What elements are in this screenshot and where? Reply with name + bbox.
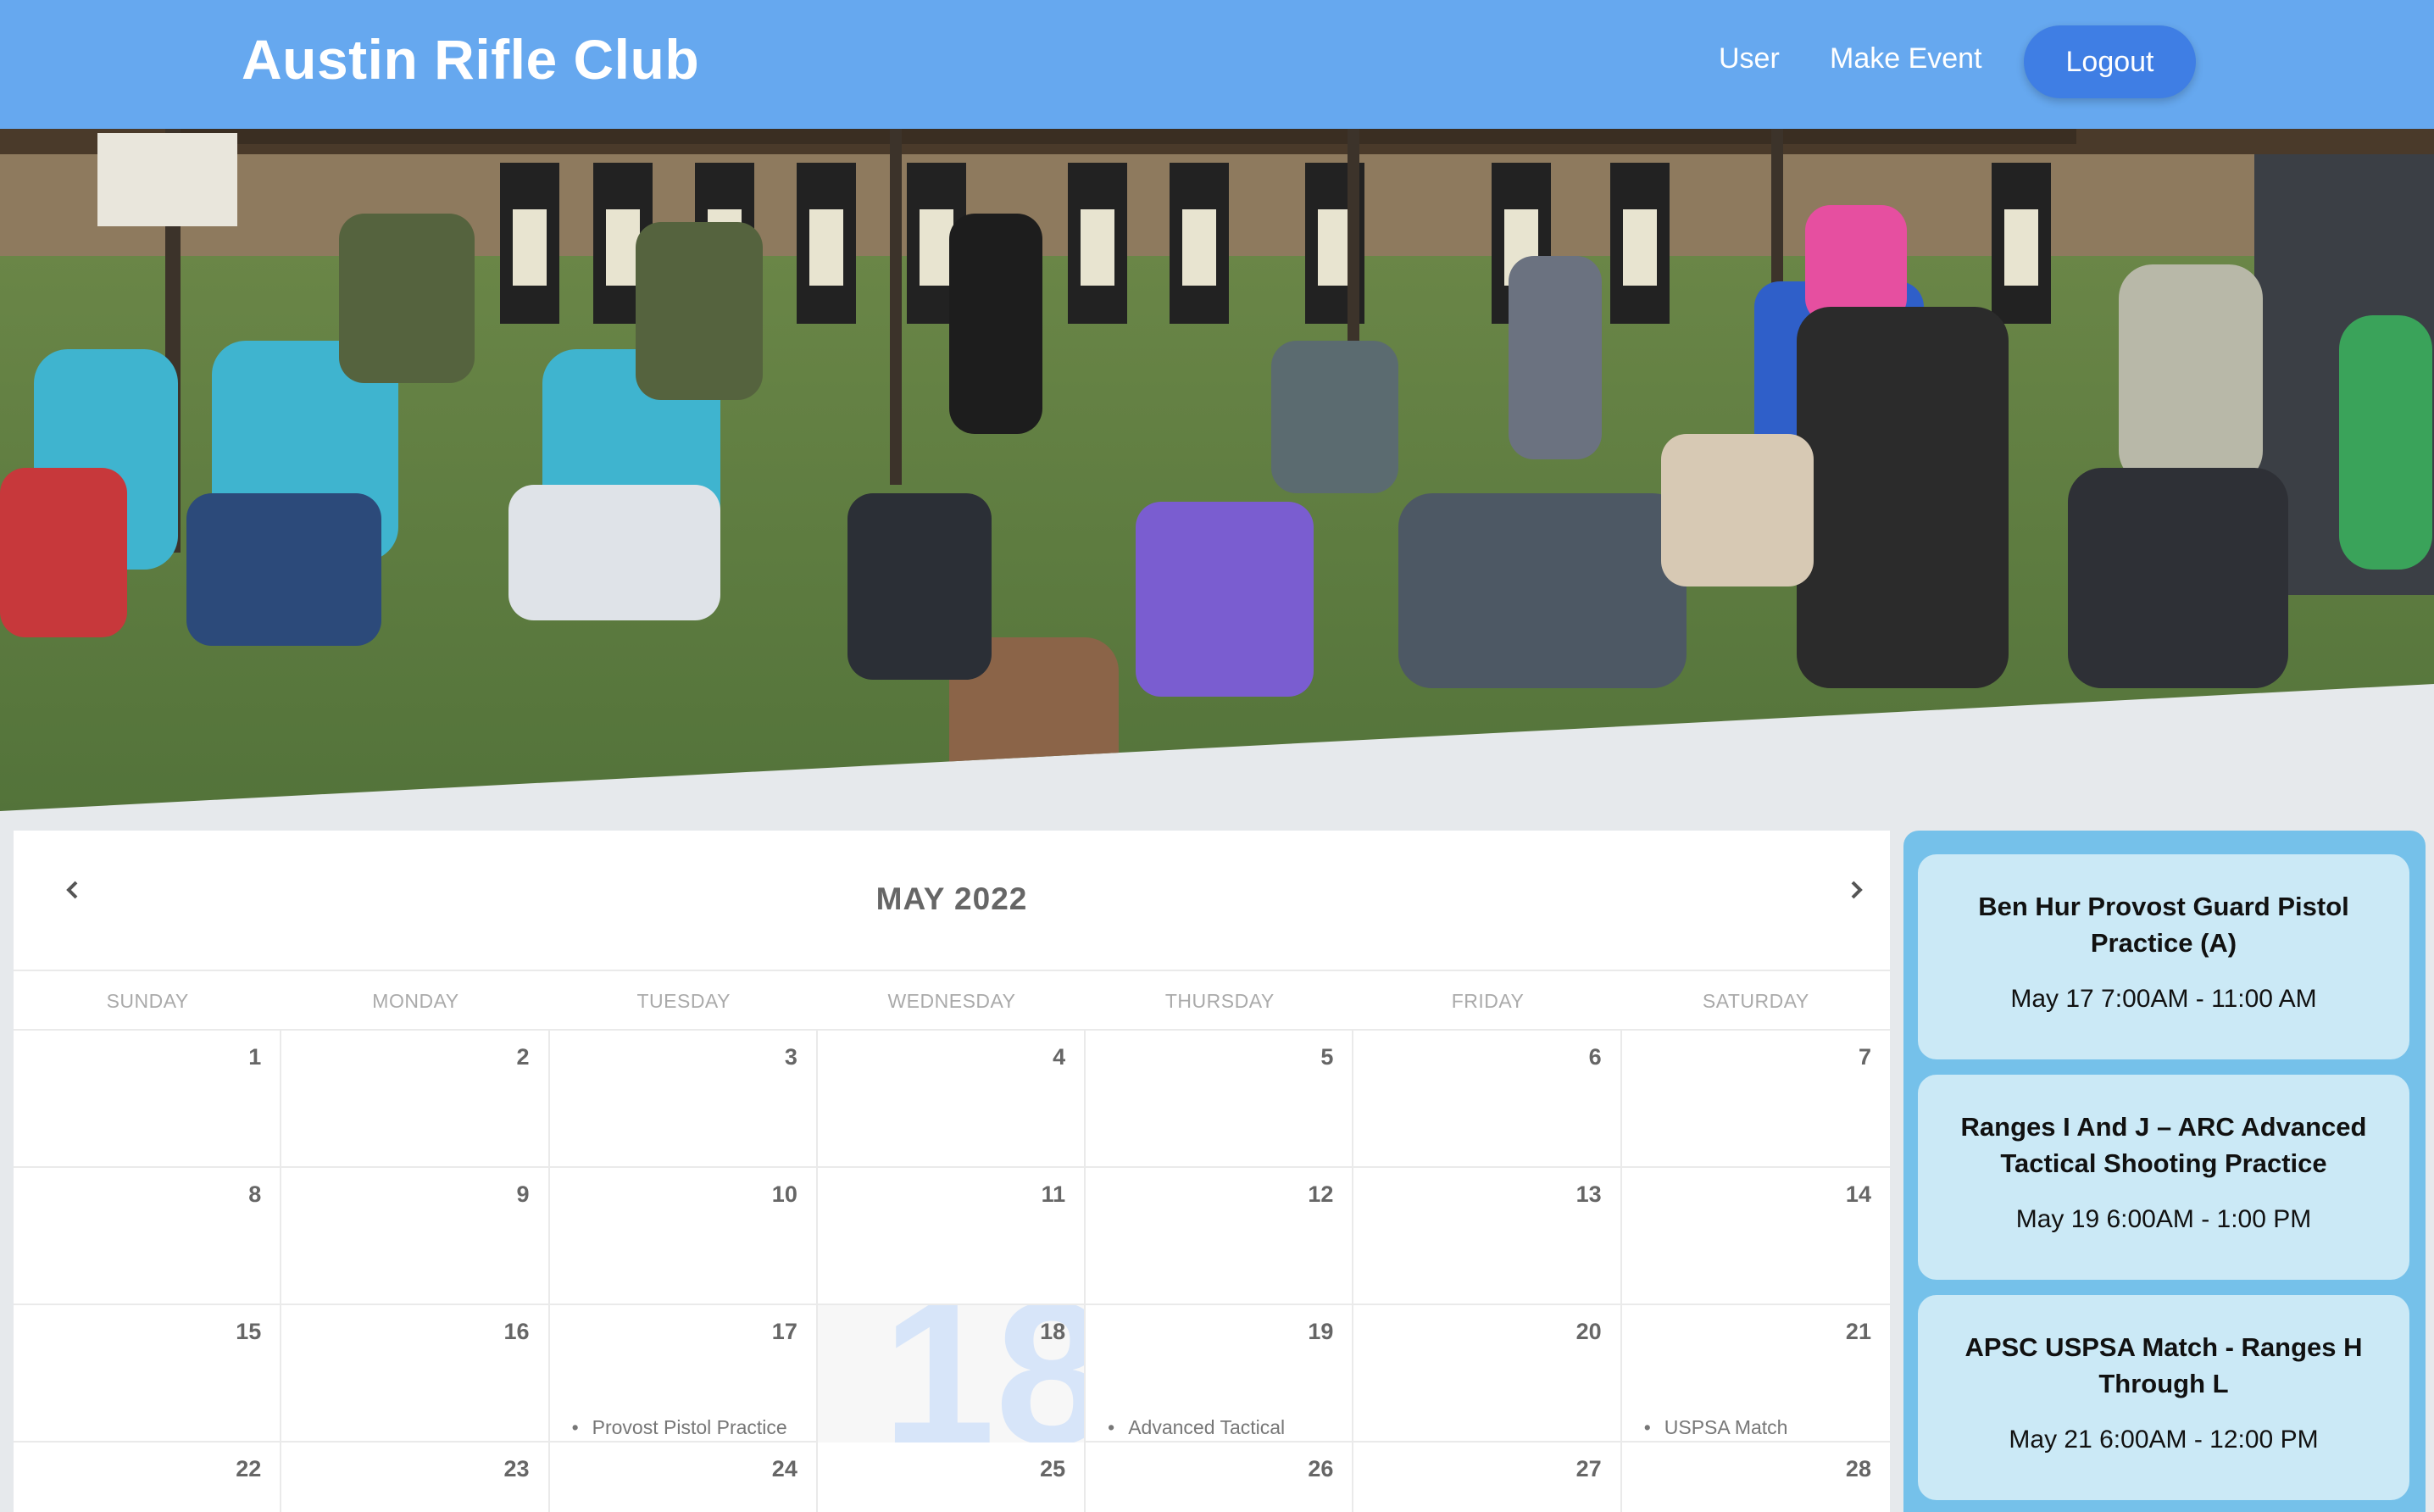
calendar-event-item[interactable]: Provost Pistol Practice xyxy=(572,1416,787,1439)
day-number: 2 xyxy=(516,1044,530,1070)
calendar-day[interactable]: 23 xyxy=(281,1443,550,1512)
day-number: 23 xyxy=(503,1456,530,1481)
event-card[interactable]: APSC USPSA Match - Ranges H Through L Ma… xyxy=(1918,1295,2409,1500)
day-number: 10 xyxy=(771,1181,797,1207)
day-number: 8 xyxy=(248,1181,262,1207)
day-number: 22 xyxy=(236,1456,262,1481)
shooting-range-photo xyxy=(0,129,2434,811)
day-number: 18 xyxy=(1040,1319,1066,1344)
event-time: May 19 6:00AM - 1:00 PM xyxy=(2015,1205,2312,1233)
day-number: 5 xyxy=(1320,1044,1334,1070)
calendar-day[interactable]: 12 xyxy=(1086,1168,1354,1305)
event-title: APSC USPSA Match - Ranges H Through L xyxy=(1964,1332,2363,1398)
calendar-day[interactable]: 14 xyxy=(1622,1168,1890,1305)
calendar-week-row: 22 23 24 25 26 27 28 xyxy=(14,1443,1890,1512)
calendar-week-row: 8 9 10 11 12 13 14 xyxy=(14,1168,1890,1305)
calendar-day[interactable]: 15 xyxy=(14,1305,282,1443)
day-number: 1 xyxy=(248,1044,262,1070)
upcoming-events-panel: Ben Hur Provost Guard Pistol Practice (A… xyxy=(1903,831,2426,1512)
weekday-header-row: SUNDAY MONDAY TUESDAY WEDNESDAY THURSDAY FRID… xyxy=(14,971,1890,1031)
calendar-week-row: 15 16 17 Provost Pistol Practice 1818 19 Advan… xyxy=(14,1305,1890,1443)
calendar-month-title: MAY 2022 xyxy=(875,881,1028,916)
calendar-day[interactable]: 10 xyxy=(550,1168,818,1305)
calendar-event-item[interactable]: Advanced Tactical xyxy=(1108,1416,1285,1439)
logout-button[interactable]: Logout xyxy=(2024,25,2196,98)
calendar-day[interactable]: 17 Provost Pistol Practice xyxy=(550,1305,818,1443)
calendar-day[interactable]: 4 xyxy=(818,1031,1086,1168)
event-card[interactable]: Ranges I And J – ARC Advanced Tactical S… xyxy=(1918,1075,2409,1280)
site-title[interactable]: Austin Rifle Club xyxy=(242,27,699,92)
calendar-day[interactable]: 8 xyxy=(14,1168,282,1305)
day-number: 3 xyxy=(784,1044,797,1070)
day-number: 28 xyxy=(1845,1456,1871,1481)
day-number: 19 xyxy=(1308,1319,1334,1344)
event-title: Ben Hur Provost Guard Pistol Practice (A… xyxy=(1978,892,2349,958)
day-number: 12 xyxy=(1308,1181,1334,1207)
event-title: Ranges I And J – ARC Advanced Tactical S… xyxy=(1960,1112,2367,1178)
calendar-day[interactable]: 5 xyxy=(1086,1031,1354,1168)
weekday-label: TUESDAY xyxy=(636,990,731,1012)
day-number: 9 xyxy=(516,1181,530,1207)
calendar-day[interactable]: 21 USPSA Match xyxy=(1622,1305,1890,1443)
day-number: 26 xyxy=(1308,1456,1334,1481)
day-number: 13 xyxy=(1575,1181,1602,1207)
calendar-header: MAY 2022 xyxy=(14,831,1890,971)
day-number: 6 xyxy=(1588,1044,1602,1070)
day-number: 21 xyxy=(1845,1319,1871,1344)
calendar-day-today[interactable]: 18 18 xyxy=(817,1305,1086,1443)
hero-banner-image xyxy=(0,129,2434,814)
day-number: 15 xyxy=(236,1319,262,1344)
weekday-label: MONDAY xyxy=(372,990,459,1012)
day-number: 17 xyxy=(771,1319,797,1344)
calendar-day[interactable]: 6 xyxy=(1353,1031,1622,1168)
calendar-day[interactable]: 20 xyxy=(1353,1305,1622,1443)
calendar-day[interactable]: 7 xyxy=(1622,1031,1890,1168)
calendar-day[interactable]: 28 xyxy=(1622,1443,1890,1512)
calendar-day[interactable]: 13 xyxy=(1353,1168,1622,1305)
weekday-label: WEDNESDAY xyxy=(887,990,1016,1012)
calendar-day[interactable]: 16 xyxy=(281,1305,550,1443)
top-navbar: Austin Rifle Club User Make Event Logout xyxy=(0,0,2434,129)
day-number: 24 xyxy=(771,1456,797,1481)
calendar-day[interactable]: 3 xyxy=(550,1031,818,1168)
day-number: 20 xyxy=(1575,1319,1602,1344)
event-time: May 21 6:00AM - 12:00 PM xyxy=(2009,1426,2319,1454)
day-number: 14 xyxy=(1845,1181,1871,1207)
next-month-button[interactable] xyxy=(1831,864,1881,915)
calendar-day[interactable]: 26 xyxy=(1086,1443,1354,1512)
calendar-event-item[interactable]: USPSA Match xyxy=(1644,1416,1788,1439)
calendar-week-row: 1 2 3 4 5 6 7 xyxy=(14,1031,1890,1168)
calendar-day[interactable]: 25 xyxy=(818,1443,1086,1512)
calendar-day[interactable]: 1 xyxy=(14,1031,282,1168)
event-time: May 17 7:00AM - 11:00 AM xyxy=(2010,985,2317,1013)
day-number: 16 xyxy=(503,1319,530,1344)
calendar-day[interactable]: 19 Advanced Tactical xyxy=(1086,1305,1354,1443)
nav-user-link[interactable]: User xyxy=(1719,42,1780,75)
chevron-right-icon xyxy=(1851,881,1863,899)
weekday-label: FRIDAY xyxy=(1451,990,1525,1012)
calendar-day[interactable]: 11 xyxy=(818,1168,1086,1305)
calendar-day[interactable]: 27 xyxy=(1353,1443,1622,1512)
event-card[interactable]: Ben Hur Provost Guard Pistol Practice (A… xyxy=(1918,854,2409,1059)
day-number: 7 xyxy=(1858,1044,1871,1070)
calendar-grid: 1234567891011121314151617Provost Pistol … xyxy=(14,1031,1890,1512)
day-number: 25 xyxy=(1040,1456,1066,1481)
calendar: MAY 2022 SUNDAY MONDAY TUESDAY WEDNESDAY THU… xyxy=(14,831,1890,1512)
weekday-label: THURSDAY xyxy=(1164,990,1275,1012)
day-number: 11 xyxy=(1041,1181,1066,1207)
nav-make-event-link[interactable]: Make Event xyxy=(1830,42,1982,75)
calendar-day[interactable]: 9 xyxy=(281,1168,550,1305)
weekday-label: SATURDAY xyxy=(1702,990,1809,1012)
calendar-day[interactable]: 2 xyxy=(281,1031,550,1168)
calendar-day[interactable]: 22 xyxy=(14,1443,282,1512)
calendar-day[interactable]: 24 xyxy=(550,1443,818,1512)
day-number: 4 xyxy=(1053,1044,1066,1070)
weekday-label: SUNDAY xyxy=(106,990,189,1012)
day-number: 27 xyxy=(1575,1456,1602,1481)
